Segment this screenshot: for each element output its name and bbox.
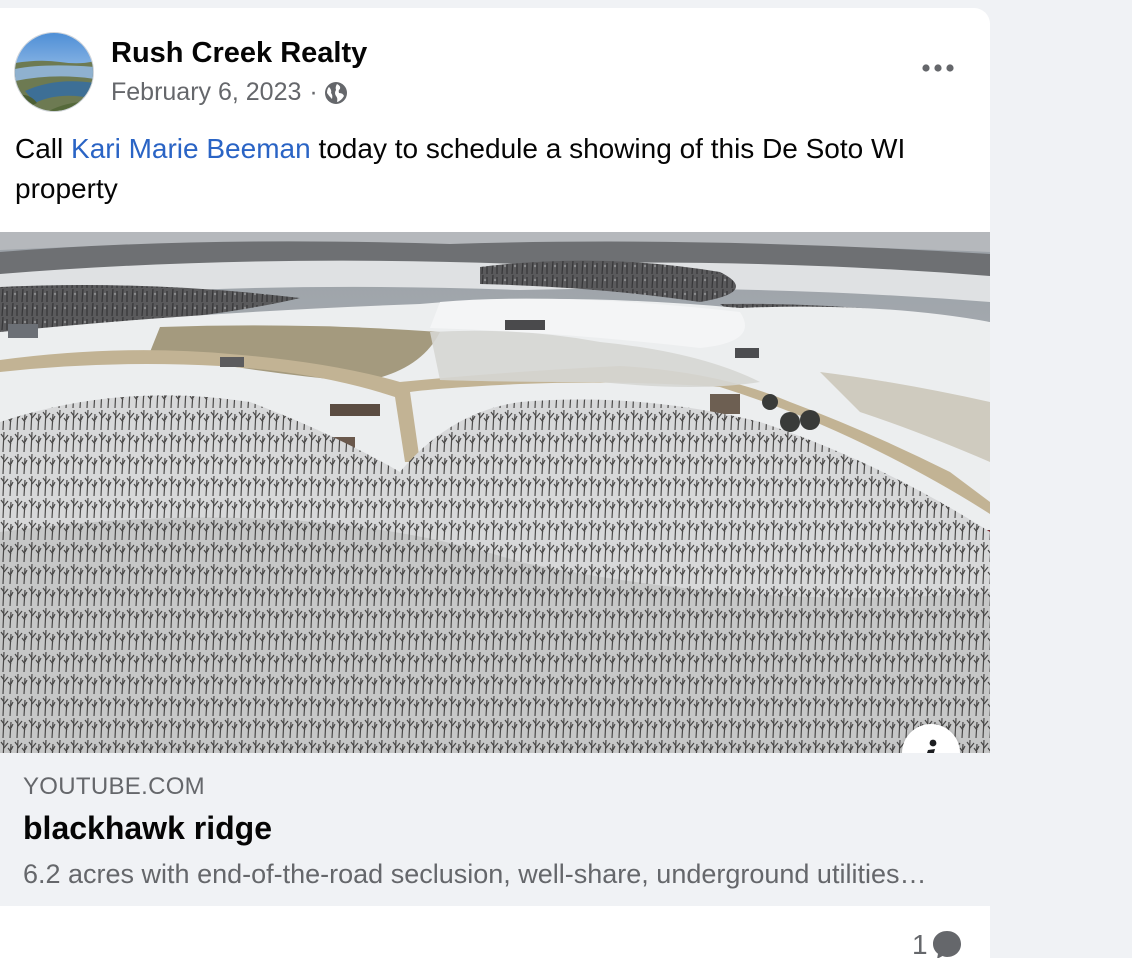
link-preview[interactable]: YOUTUBE.COM blackhawk ridge 6.2 acres wi… bbox=[0, 232, 990, 906]
more-horizontal-icon bbox=[922, 64, 954, 72]
preview-image[interactable] bbox=[0, 232, 990, 753]
post-date[interactable]: February 6, 2023 bbox=[111, 78, 301, 107]
post-header: Rush Creek Realty February 6, 2023 · bbox=[14, 32, 974, 112]
comment-icon bbox=[932, 931, 961, 958]
meta-separator: · bbox=[309, 78, 318, 106]
globe-icon[interactable] bbox=[324, 81, 348, 105]
link-title[interactable]: blackhawk ridge bbox=[23, 810, 272, 847]
mention-link[interactable]: Kari Marie Beeman bbox=[71, 133, 311, 164]
preview-footer: YOUTUBE.COM blackhawk ridge 6.2 acres wi… bbox=[0, 753, 990, 906]
comment-count[interactable]: 1 bbox=[912, 928, 964, 958]
page-avatar[interactable] bbox=[14, 32, 94, 112]
post-meta: February 6, 2023 · bbox=[111, 78, 348, 107]
post-text: Call Kari Marie Beeman today to schedule… bbox=[15, 129, 965, 209]
post-text-before: Call bbox=[15, 133, 72, 164]
page-name[interactable]: Rush Creek Realty bbox=[111, 37, 367, 70]
avatar-image bbox=[15, 33, 93, 111]
link-domain: YOUTUBE.COM bbox=[23, 773, 205, 800]
post-card: Rush Creek Realty February 6, 2023 · Cal… bbox=[0, 8, 990, 958]
link-description: 6.2 acres with end-of-the-road seclusion… bbox=[23, 859, 933, 889]
more-options-button[interactable] bbox=[912, 46, 964, 90]
comment-count-number: 1 bbox=[912, 929, 928, 958]
